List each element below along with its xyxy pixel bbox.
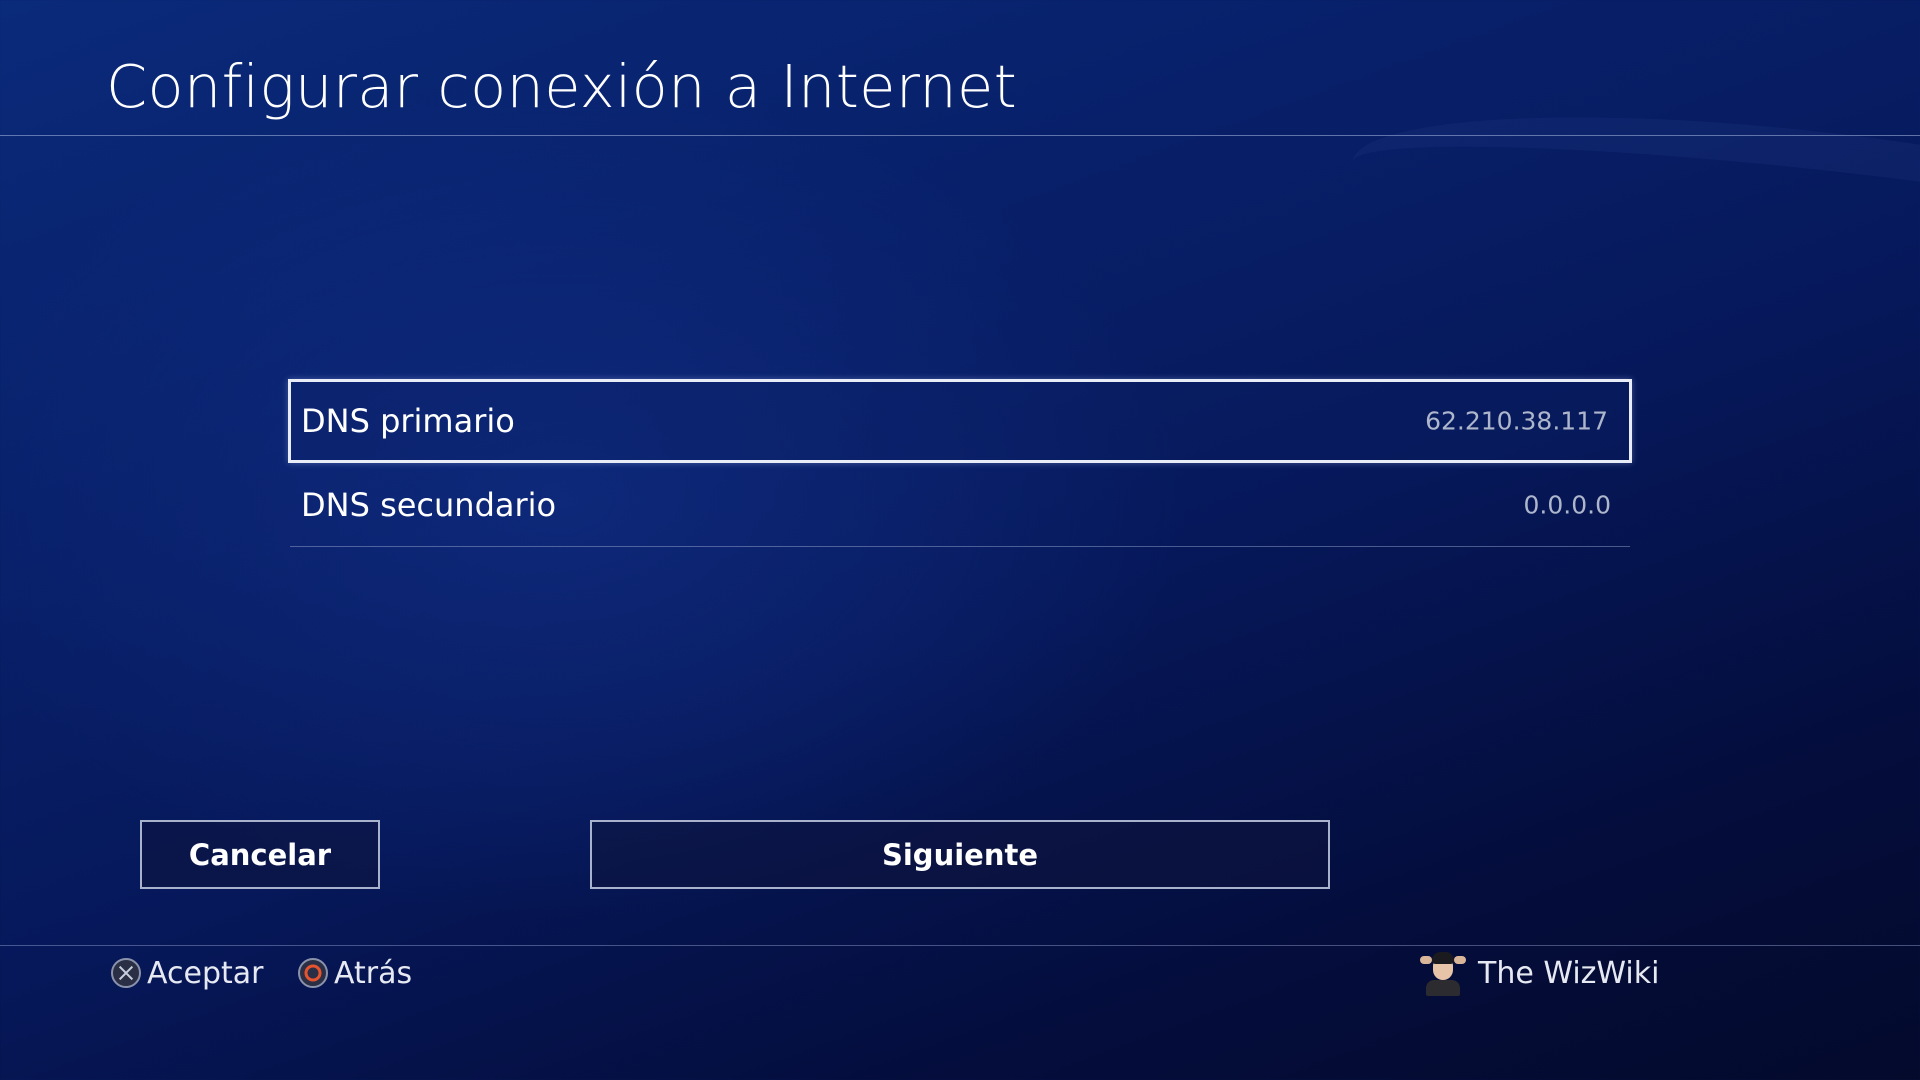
cross-button-icon	[111, 958, 141, 988]
header-divider	[0, 135, 1920, 136]
user-profile: The WizWiki	[1418, 950, 1660, 996]
next-button[interactable]: Siguiente	[590, 820, 1330, 889]
background-wave	[1344, 83, 1920, 335]
dns-primary-value: 62.210.38.117	[1425, 406, 1608, 436]
dns-primary-label: DNS primario	[301, 402, 515, 440]
footer-divider	[0, 945, 1920, 946]
dns-settings-list: DNS primario 62.210.38.117 DNS secundari…	[288, 379, 1632, 547]
cancel-button[interactable]: Cancelar	[140, 820, 380, 889]
dns-primary-row[interactable]: DNS primario 62.210.38.117	[288, 379, 1632, 463]
accept-hint: Aceptar	[111, 951, 263, 995]
dns-secondary-value: 0.0.0.0	[1523, 490, 1611, 519]
accept-hint-label: Aceptar	[147, 955, 264, 991]
page-title: Configurar conexión a Internet	[106, 52, 1017, 121]
user-name: The WizWiki	[1478, 955, 1660, 991]
avatar	[1418, 950, 1468, 996]
dns-secondary-row[interactable]: DNS secundario 0.0.0.0	[290, 463, 1630, 547]
dns-secondary-label: DNS secundario	[301, 485, 557, 524]
back-hint: Atrás	[298, 951, 412, 995]
circle-button-icon	[298, 958, 328, 988]
back-hint-label: Atrás	[334, 955, 413, 991]
